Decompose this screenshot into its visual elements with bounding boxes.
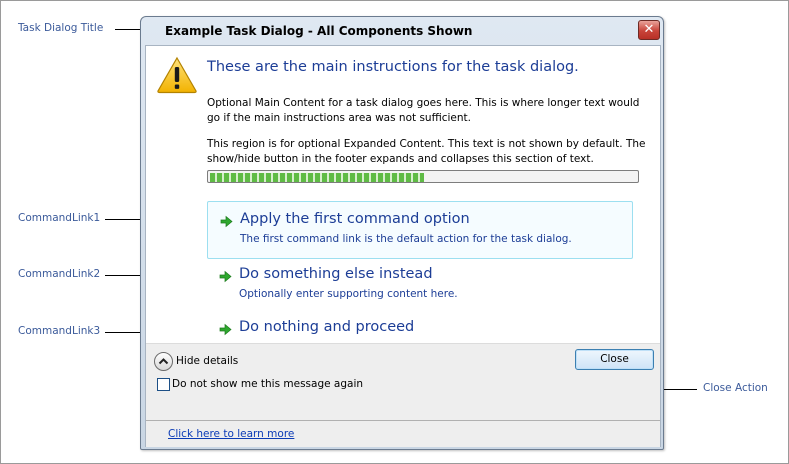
callout-task-dialog-title: Task Dialog Title [18,22,104,34]
green-arrow-icon [220,215,233,228]
close-button[interactable]: Close [575,349,654,370]
callout-commandlink1: CommandLink1 [18,212,101,224]
progress-bar-fill [210,173,424,182]
warning-icon [156,56,198,98]
dialog-content-area: These are the main instructions for the … [145,45,661,447]
dialog-footer-link-area: Click here to learn more [146,420,660,447]
learn-more-link[interactable]: Click here to learn more [168,428,294,440]
main-instruction: These are the main instructions for the … [207,59,579,75]
command-link-1-note: The first command link is the default ac… [240,233,572,245]
callout-close-action: Close Action [703,382,768,394]
command-link-2-note: Optionally enter supporting content here… [239,288,458,300]
command-link-3[interactable]: Do nothing and proceed [207,318,631,346]
task-dialog-window: Example Task Dialog - All Components Sho… [140,16,664,450]
chevron-up-icon [158,358,169,365]
hide-details-label[interactable]: Hide details [176,355,238,367]
title-close-button[interactable]: ✕ [638,20,660,40]
green-arrow-icon [219,323,232,336]
dialog-title: Example Task Dialog - All Components Sho… [165,24,473,38]
hide-details-toggle[interactable] [154,352,173,371]
command-link-1-label: Apply the first command option [240,211,470,227]
command-link-3-label: Do nothing and proceed [239,319,415,335]
callout-commandlink2: CommandLink2 [18,268,101,280]
expanded-content: This region is for optional Expanded Con… [207,138,646,165]
dialog-footer: Hide details Do not show me this message… [146,343,660,420]
main-content: Optional Main Content for a task dialog … [207,97,640,124]
do-not-show-checkbox[interactable] [157,378,170,391]
command-link-2-label: Do something else instead [239,266,433,282]
title-bar[interactable]: Example Task Dialog - All Components Sho… [141,17,663,45]
progress-bar [207,170,639,183]
command-link-2[interactable]: Do something else instead Optionally ent… [207,259,631,309]
do-not-show-label[interactable]: Do not show me this message again [172,378,363,390]
command-link-1[interactable]: Apply the first command option The first… [207,201,633,259]
green-arrow-icon [219,270,232,283]
callout-commandlink3: CommandLink3 [18,325,101,337]
